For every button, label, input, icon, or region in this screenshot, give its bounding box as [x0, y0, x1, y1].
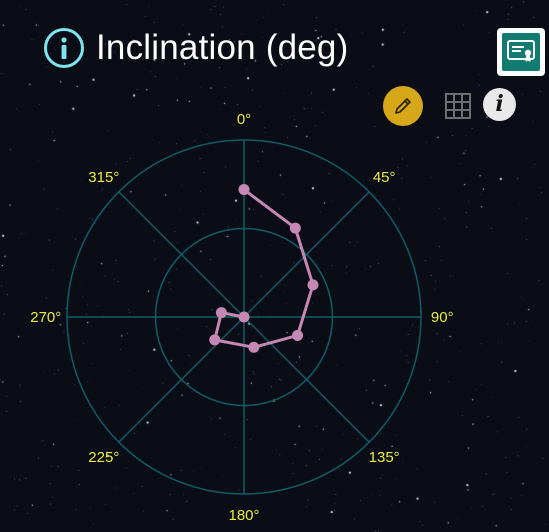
- data-point[interactable]: [289, 222, 301, 234]
- data-point[interactable]: [238, 184, 250, 196]
- angle-spoke: [243, 316, 370, 443]
- data-point[interactable]: [238, 311, 250, 323]
- data-point[interactable]: [292, 329, 304, 341]
- angle-tick-label: 270°: [30, 309, 61, 326]
- angle-tick-label: 180°: [228, 507, 259, 524]
- angle-tick-label: 90°: [431, 309, 454, 326]
- data-point[interactable]: [307, 279, 319, 291]
- data-point[interactable]: [209, 334, 221, 346]
- angle-spoke: [243, 191, 370, 318]
- polar-chart: 0° 45° 90° 135° 180° 225° 270° 315°: [30, 111, 454, 524]
- angle-tick-label: 135°: [369, 449, 400, 466]
- angle-tick-label: 0°: [237, 111, 251, 128]
- series-line: [213, 188, 315, 349]
- data-point[interactable]: [248, 341, 260, 353]
- angle-spoke: [118, 316, 245, 443]
- data-point[interactable]: [215, 307, 227, 319]
- angle-tick-label: 225°: [88, 449, 119, 466]
- angle-tick-label: 45°: [373, 169, 396, 186]
- series-layer: [209, 184, 319, 353]
- angle-spoke: [118, 191, 245, 318]
- angle-tick-label: 315°: [88, 169, 119, 186]
